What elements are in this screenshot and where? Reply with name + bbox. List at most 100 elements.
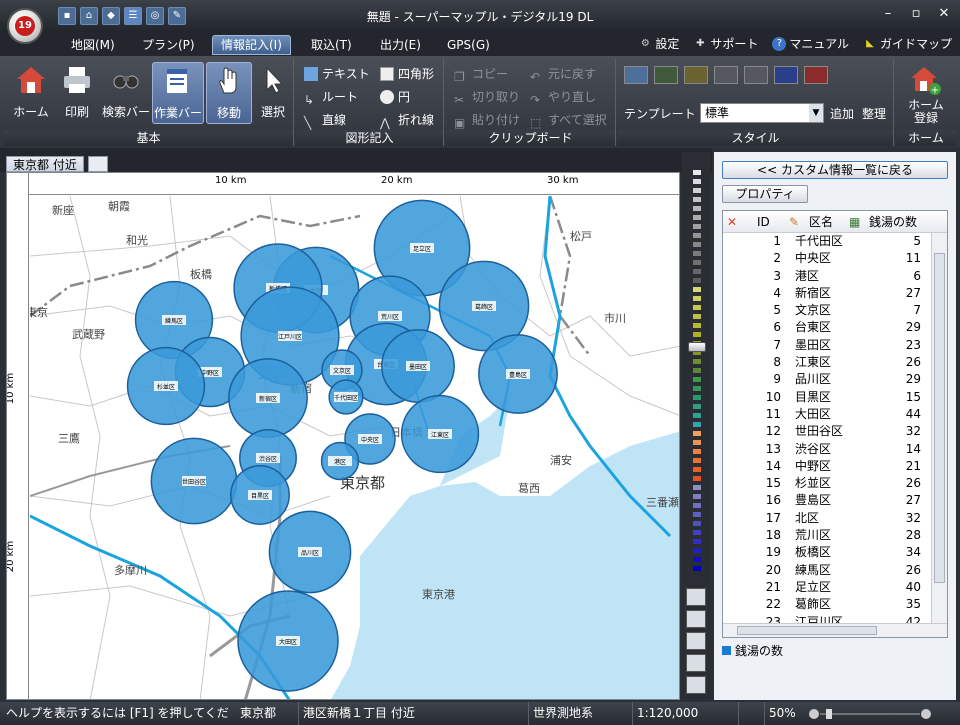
table-row[interactable]: 6 台東区 29 (723, 319, 931, 336)
font-color-icon[interactable] (774, 66, 798, 84)
line-width-icon[interactable] (744, 66, 768, 84)
table-row[interactable]: 9 品川区 29 (723, 371, 931, 388)
col-name-header[interactable]: 区名 (809, 214, 833, 230)
new-tab-icon[interactable] (88, 156, 108, 172)
col-id-header[interactable]: ID (757, 214, 770, 230)
table-row[interactable]: 11 大田区 44 (723, 406, 931, 423)
close-icon[interactable]: ✕ (934, 6, 954, 22)
zoom-segment[interactable] (693, 521, 701, 526)
zoom-segment[interactable] (693, 548, 701, 553)
zoom-segment[interactable] (693, 413, 701, 418)
zoom-segment[interactable] (693, 395, 701, 400)
zoom-segment[interactable] (693, 332, 701, 337)
zoom-segment[interactable] (693, 449, 701, 454)
zoom-segment[interactable] (693, 215, 701, 220)
save-icon[interactable]: ▪ (58, 7, 76, 25)
zoom-segment[interactable] (693, 485, 701, 490)
zoom-segment[interactable] (693, 386, 701, 391)
zoom-out-icon[interactable] (809, 709, 819, 719)
grid-2x2-icon[interactable] (686, 610, 706, 628)
settings-link[interactable]: ⚙ 設定 (638, 35, 680, 52)
workbar-icon[interactable]: ☰ (124, 7, 142, 25)
fill-color-icon[interactable] (624, 66, 648, 84)
move-button[interactable]: 移動 (206, 62, 252, 124)
zoom-segment[interactable] (693, 440, 701, 445)
grid-fine-icon[interactable] (686, 654, 706, 672)
zoom-segment[interactable] (693, 233, 701, 238)
zoom-segment[interactable] (693, 458, 701, 463)
template-select[interactable]: 標準 ▼ (700, 103, 824, 123)
maximize-icon[interactable]: ▫ (906, 6, 926, 22)
target-icon[interactable]: ◎ (146, 7, 164, 25)
grid-3x3-icon[interactable] (686, 632, 706, 650)
tab-map[interactable]: 地図(M) (62, 35, 124, 55)
zoom-segment[interactable] (693, 269, 701, 274)
zoom-segment[interactable] (693, 278, 701, 283)
zoom-segment[interactable] (693, 494, 701, 499)
rect-tool-button[interactable]: 四角形 (380, 64, 434, 84)
vertical-scrollbar[interactable] (931, 233, 947, 625)
cut-button[interactable]: ✂ 切り取り (454, 87, 520, 107)
workbar-button[interactable]: 作業バー (152, 62, 204, 124)
home-register-button[interactable]: + ホーム 登録 (900, 62, 952, 125)
document-tab[interactable]: 東京都 付近 (6, 156, 84, 172)
table-row[interactable]: 21 足立区 40 (723, 579, 931, 596)
zoom-segment[interactable] (693, 467, 701, 472)
zoom-slider-thumb-status[interactable] (826, 709, 832, 719)
zoom-level-bar[interactable] (682, 152, 710, 700)
print-button[interactable]: 印刷 (54, 62, 100, 124)
support-link[interactable]: ✚ サポート (693, 35, 758, 52)
home-icon[interactable]: ⌂ (80, 7, 98, 25)
zoom-slider[interactable] (808, 708, 932, 720)
zoom-segment[interactable] (693, 197, 701, 202)
crosshair-icon[interactable] (686, 588, 706, 606)
table-row[interactable]: 13 渋谷区 14 (723, 441, 931, 458)
polyline-tool-button[interactable]: ⋀ 折れ線 (380, 110, 434, 130)
tab-info[interactable]: 情報記入(I) (212, 35, 291, 55)
template-organize-button[interactable]: 整理 (862, 104, 886, 124)
circle-tool-button[interactable]: 円 (380, 87, 410, 107)
pin-icon[interactable] (804, 66, 828, 84)
zoom-segment[interactable] (693, 422, 701, 427)
zoom-segment[interactable] (693, 224, 701, 229)
zoom-segment[interactable] (693, 566, 701, 571)
property-button[interactable]: プロパティ (722, 185, 808, 203)
table-row[interactable]: 8 江東区 26 (723, 354, 931, 371)
table-row[interactable]: 1 千代田区 5 (723, 233, 931, 250)
line-tool-button[interactable]: ╲ 直線 (304, 110, 346, 130)
minimize-icon[interactable]: – (878, 6, 898, 22)
grid-finest-icon[interactable] (686, 676, 706, 694)
line-style-icon[interactable] (714, 66, 738, 84)
select-all-button[interactable]: ⬚ すべて選択 (530, 110, 607, 130)
zoom-segment[interactable] (693, 260, 701, 265)
zoom-segment[interactable] (693, 242, 701, 247)
zoom-segment[interactable] (693, 476, 701, 481)
zoom-segment[interactable] (693, 296, 701, 301)
zoom-segment[interactable] (693, 305, 701, 310)
table-row[interactable]: 5 文京区 7 (723, 302, 931, 319)
route-tool-button[interactable]: ↳ ルート (304, 87, 358, 107)
zoom-segment[interactable] (693, 170, 701, 175)
table-row[interactable]: 14 中野区 21 (723, 458, 931, 475)
zoom-segment[interactable] (693, 539, 701, 544)
zoom-segment[interactable] (693, 368, 701, 373)
table-row[interactable]: 3 港区 6 (723, 268, 931, 285)
text-tool-button[interactable]: テキスト (304, 64, 370, 84)
map-canvas[interactable]: 新座朝霞和光板橋東京武蔵野三鷹東京新宿東京都松戸市川浦安葛西多摩川東京港日本橋三… (30, 196, 680, 700)
guidemap-link[interactable]: ◣ ガイドマップ (863, 35, 952, 52)
map-view[interactable]: 10 km 20 km 30 km 10 km 20 km 新座 朝霞和光板橋東京… (6, 172, 680, 700)
table-row[interactable]: 4 新宿区 27 (723, 285, 931, 302)
zoom-segment[interactable] (693, 431, 701, 436)
zoom-segment[interactable] (693, 188, 701, 193)
delete-icon[interactable]: ✕ (727, 214, 737, 230)
zoom-segment[interactable] (693, 512, 701, 517)
redo-button[interactable]: ↷ やり直し (530, 87, 596, 107)
tab-import[interactable]: 取込(T) (302, 35, 361, 55)
zoom-segment[interactable] (693, 314, 701, 319)
horizontal-scrollbar[interactable] (723, 623, 947, 637)
zoom-segment[interactable] (693, 179, 701, 184)
line-color-icon[interactable] (654, 66, 678, 84)
manual-link[interactable]: ? マニュアル (772, 35, 849, 52)
paste-button[interactable]: ▣ 貼り付け (454, 110, 520, 130)
home-button[interactable]: ホーム (8, 62, 54, 124)
